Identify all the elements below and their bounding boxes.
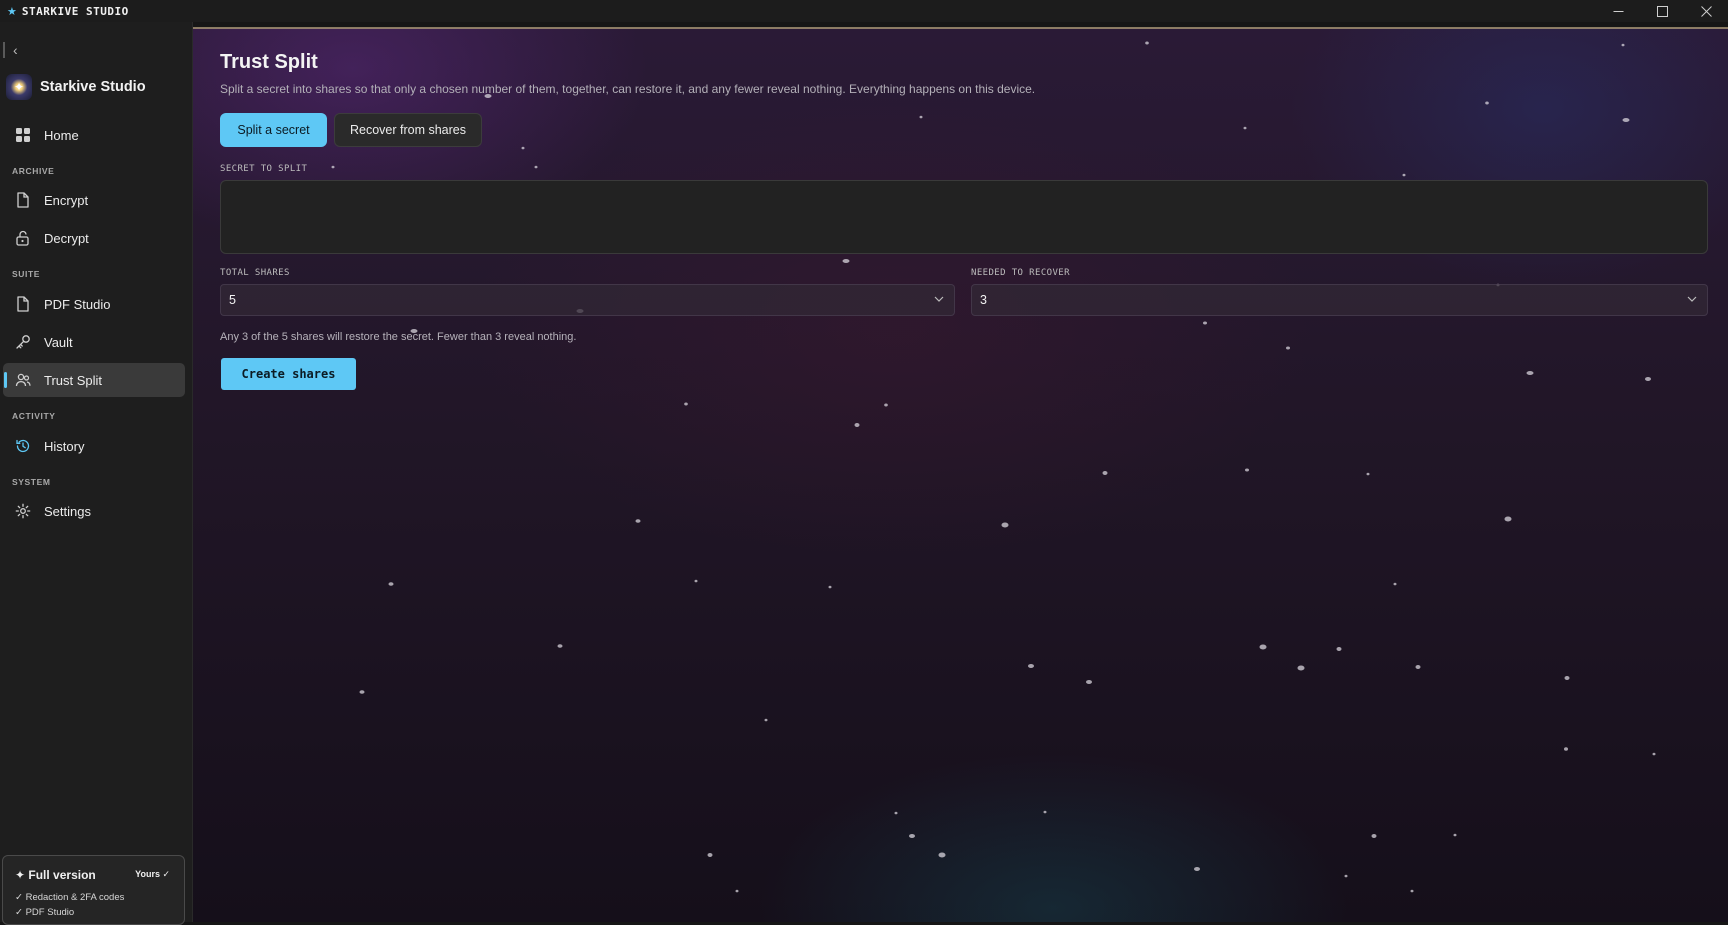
license-badge: Yours ✓ — [135, 869, 170, 879]
sidebar-item-trust-split[interactable]: Trust Split — [3, 363, 185, 397]
gear-icon — [13, 503, 33, 519]
sidebar-item-history[interactable]: History — [3, 429, 185, 463]
sidebar-item-label: Home — [44, 127, 79, 143]
total-shares-value: 5 — [229, 293, 236, 307]
section-activity: ACTIVITY — [12, 411, 56, 421]
needed-label: NEEDED TO RECOVER — [971, 268, 1070, 278]
threshold-hint: Any 3 of the 5 shares will restore the s… — [220, 331, 577, 343]
chevron-down-icon — [934, 293, 944, 307]
secret-input[interactable] — [220, 180, 1708, 254]
grid-icon — [13, 127, 33, 143]
sidebar-item-label: Settings — [44, 503, 91, 519]
total-shares-select[interactable]: 5 — [220, 284, 955, 316]
section-system: SYSTEM — [12, 477, 51, 487]
brand-name: Starkive Studio — [40, 79, 146, 95]
window-controls — [1596, 0, 1728, 22]
tab-split-secret[interactable]: Split a secret — [220, 113, 327, 147]
sidebar: ‹ ✦ Starkive Studio Home ARCHIVE Encrypt… — [0, 22, 193, 925]
license-title: ✦ Full version — [15, 868, 96, 882]
main-top-accent-line — [193, 27, 1728, 29]
users-icon — [13, 372, 33, 388]
sidebar-item-label: Trust Split — [44, 372, 103, 388]
license-feature: ✓ PDF Studio — [15, 907, 75, 918]
license-feature: ✓ Redaction & 2FA codes — [15, 892, 125, 903]
sidebar-item-label: Vault — [44, 334, 73, 350]
create-shares-button[interactable]: Create shares — [221, 358, 356, 390]
page-title: Trust Split — [220, 51, 318, 73]
needed-select[interactable]: 3 — [971, 284, 1708, 316]
document-icon — [13, 296, 33, 312]
starfield-background — [331, 41, 1656, 893]
tab-recover-shares[interactable]: Recover from shares — [334, 113, 482, 147]
unlock-icon — [13, 230, 33, 246]
brand: ✦ Starkive Studio — [6, 74, 146, 100]
title-bar: ★ STARKIVE STUDIO — [0, 0, 1728, 22]
section-archive: ARCHIVE — [12, 166, 55, 176]
collapse-sidebar-button[interactable]: ‹ — [0, 42, 40, 58]
maximize-button[interactable] — [1640, 0, 1684, 22]
chevron-down-icon — [1687, 293, 1697, 307]
sidebar-item-decrypt[interactable]: Decrypt — [3, 221, 185, 255]
minimize-icon — [1613, 10, 1623, 12]
close-icon — [1700, 5, 1712, 17]
app-title: STARKIVE STUDIO — [21, 4, 129, 18]
minimize-button[interactable] — [1596, 0, 1640, 22]
sidebar-item-home[interactable]: Home — [3, 118, 185, 152]
sidebar-item-label: Decrypt — [44, 230, 89, 246]
license-card: ✦ Full version Yours ✓ ✓ Redaction & 2FA… — [2, 855, 185, 925]
secret-label: SECRET TO SPLIT — [220, 164, 308, 174]
chevron-left-icon: ‹ — [13, 42, 18, 58]
close-button[interactable] — [1684, 0, 1728, 22]
history-icon — [13, 438, 33, 454]
sidebar-item-encrypt[interactable]: Encrypt — [3, 183, 185, 217]
sidebar-item-label: PDF Studio — [44, 296, 111, 312]
main-panel: Trust Split Split a secret into shares s… — [193, 28, 1728, 922]
sidebar-item-pdf-studio[interactable]: PDF Studio — [3, 287, 185, 321]
back-bar — [3, 42, 5, 58]
sidebar-item-settings[interactable]: Settings — [3, 494, 185, 528]
key-icon — [13, 334, 33, 350]
sidebar-item-label: Encrypt — [44, 192, 89, 208]
app-star-icon: ★ — [7, 5, 17, 18]
page-subtitle: Split a secret into shares so that only … — [220, 82, 1036, 96]
section-suite: SUITE — [12, 269, 41, 279]
total-shares-label: TOTAL SHARES — [220, 268, 290, 278]
maximize-icon — [1656, 5, 1668, 17]
sidebar-item-label: History — [44, 438, 85, 454]
sidebar-item-vault[interactable]: Vault — [3, 325, 185, 359]
brand-logo-icon: ✦ — [6, 74, 32, 100]
needed-value: 3 — [980, 293, 987, 307]
file-icon — [13, 192, 33, 208]
